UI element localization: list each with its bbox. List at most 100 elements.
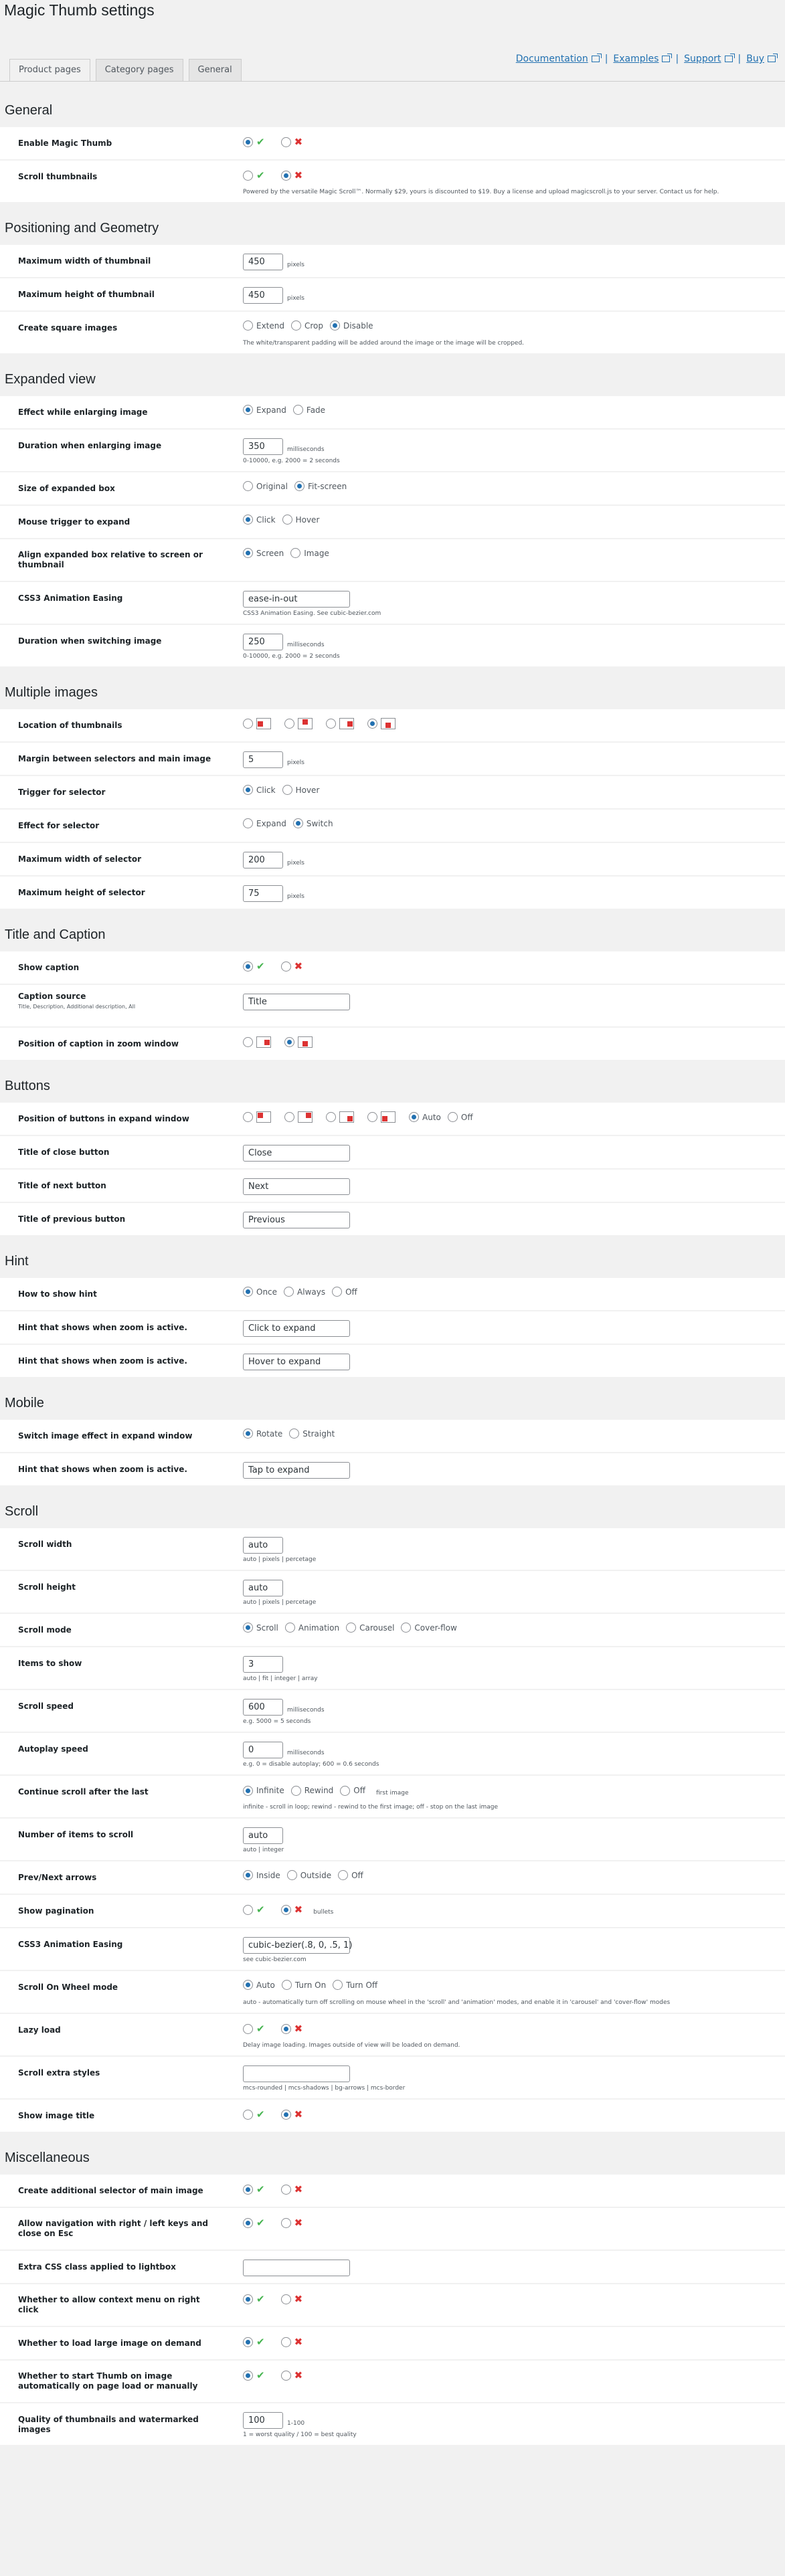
radio-button[interactable] xyxy=(280,1904,291,1915)
option-off[interactable]: Off xyxy=(340,1785,365,1796)
radio-button[interactable] xyxy=(292,818,303,828)
enable-option[interactable]: ✔ xyxy=(243,2183,274,2195)
position-option-top-right[interactable] xyxy=(284,1111,319,1123)
radio-button[interactable] xyxy=(280,2109,291,2120)
enable-option[interactable]: ✔ xyxy=(243,2217,274,2229)
position-option-top-left[interactable] xyxy=(243,1111,278,1123)
enable-option[interactable]: ✔ xyxy=(243,2369,274,2381)
option-turn-off[interactable]: Turn Off xyxy=(333,1980,377,1990)
position-option-right[interactable] xyxy=(326,718,361,729)
text-input[interactable]: Previous xyxy=(243,1212,350,1228)
option-off[interactable]: Off xyxy=(447,1112,473,1122)
text-input[interactable]: 600 xyxy=(243,1699,283,1716)
radio-button[interactable] xyxy=(243,1785,253,1796)
option-carousel[interactable]: Carousel xyxy=(346,1623,394,1633)
text-input[interactable]: 450 xyxy=(243,287,283,304)
position-option-left[interactable] xyxy=(243,718,278,729)
option-animation[interactable]: Animation xyxy=(284,1623,339,1633)
radio-button[interactable] xyxy=(243,1287,253,1297)
option-rotate[interactable]: Rotate xyxy=(243,1429,282,1439)
option-expand[interactable]: Expand xyxy=(243,405,286,415)
radio-button[interactable] xyxy=(282,515,292,525)
radio-button[interactable] xyxy=(243,2336,253,2347)
radio-button[interactable] xyxy=(243,136,253,147)
radio-button[interactable] xyxy=(286,1870,297,1880)
option-extend[interactable]: Extend xyxy=(243,320,284,331)
text-input[interactable]: 100 xyxy=(243,2412,283,2429)
radio-button[interactable] xyxy=(346,1623,357,1633)
disable-option[interactable]: ✖ xyxy=(280,2023,302,2035)
option-once[interactable]: Once xyxy=(243,1287,277,1297)
radio-button[interactable] xyxy=(280,2023,291,2034)
option-click[interactable]: Click xyxy=(243,785,276,795)
buy-link[interactable]: Buy xyxy=(746,54,778,64)
option-scroll[interactable]: Scroll xyxy=(243,1623,278,1633)
radio-button[interactable] xyxy=(284,1623,295,1633)
radio-button[interactable] xyxy=(333,1980,343,1990)
option-off[interactable]: Off xyxy=(332,1287,357,1297)
option-hover[interactable]: Hover xyxy=(282,515,319,525)
option-fit-screen[interactable]: Fit-screen xyxy=(294,481,347,491)
radio-button[interactable] xyxy=(292,405,303,415)
disable-option[interactable]: ✖ xyxy=(280,2217,302,2229)
radio-button[interactable] xyxy=(243,818,253,828)
disable-option[interactable]: ✖ xyxy=(280,2183,302,2195)
radio-button[interactable] xyxy=(243,2023,253,2034)
documentation-link[interactable]: Documentation xyxy=(516,54,602,64)
position-option-bottom-left[interactable] xyxy=(367,1111,402,1123)
option-image[interactable]: Image xyxy=(290,548,329,558)
position-option-right[interactable] xyxy=(243,1036,278,1048)
radio-button[interactable] xyxy=(280,2370,291,2381)
radio-button[interactable] xyxy=(243,515,253,525)
position-option-top[interactable] xyxy=(284,718,319,729)
radio-button[interactable] xyxy=(284,719,294,729)
radio-button[interactable] xyxy=(243,2370,253,2381)
radio-button[interactable] xyxy=(280,2336,291,2347)
option-off[interactable]: Off xyxy=(338,1870,363,1880)
radio-button[interactable] xyxy=(243,170,253,181)
radio-button[interactable] xyxy=(289,1429,300,1439)
radio-button[interactable] xyxy=(284,1037,294,1047)
text-input[interactable]: 200 xyxy=(243,852,283,868)
disable-option[interactable]: ✖ xyxy=(280,2369,302,2381)
radio-button[interactable] xyxy=(243,548,253,558)
radio-button[interactable] xyxy=(284,1287,294,1297)
text-input[interactable]: 350 xyxy=(243,438,283,455)
radio-button[interactable] xyxy=(326,1112,336,1122)
text-input[interactable]: 5 xyxy=(243,751,283,768)
radio-button[interactable] xyxy=(447,1112,458,1122)
radio-button[interactable] xyxy=(243,481,253,491)
radio-button[interactable] xyxy=(243,785,253,795)
radio-button[interactable] xyxy=(284,1112,294,1122)
radio-button[interactable] xyxy=(340,1785,351,1796)
option-outside[interactable]: Outside xyxy=(286,1870,331,1880)
tab-product-pages[interactable]: Product pages xyxy=(9,59,90,82)
radio-button[interactable] xyxy=(243,1623,253,1633)
radio-button[interactable] xyxy=(294,481,304,491)
radio-button[interactable] xyxy=(409,1112,419,1122)
text-input[interactable] xyxy=(243,2260,350,2276)
radio-button[interactable] xyxy=(326,719,336,729)
option-switch[interactable]: Switch xyxy=(292,818,333,828)
radio-button[interactable] xyxy=(290,548,301,558)
option-original[interactable]: Original xyxy=(243,481,288,491)
text-input[interactable]: auto xyxy=(243,1580,283,1596)
enable-option[interactable]: ✔ xyxy=(243,169,274,181)
radio-button[interactable] xyxy=(243,2217,253,2228)
text-input[interactable]: Close xyxy=(243,1145,350,1162)
radio-button[interactable] xyxy=(280,961,291,972)
radio-button[interactable] xyxy=(291,320,301,331)
option-click[interactable]: Click xyxy=(243,515,276,525)
text-input[interactable]: auto xyxy=(243,1537,283,1554)
radio-button[interactable] xyxy=(280,2294,291,2304)
text-input[interactable]: 250 xyxy=(243,634,283,650)
disable-option[interactable]: ✖ xyxy=(280,2336,302,2348)
position-option-bottom[interactable] xyxy=(284,1036,319,1048)
text-input[interactable]: 450 xyxy=(243,254,283,270)
option-cover-flow[interactable]: Cover-flow xyxy=(401,1623,457,1633)
text-input[interactable]: Next xyxy=(243,1178,350,1195)
enable-option[interactable]: ✔ xyxy=(243,960,274,972)
disable-option[interactable]: ✖ xyxy=(280,169,302,181)
text-input[interactable]: auto xyxy=(243,1827,283,1844)
radio-button[interactable] xyxy=(401,1623,412,1633)
